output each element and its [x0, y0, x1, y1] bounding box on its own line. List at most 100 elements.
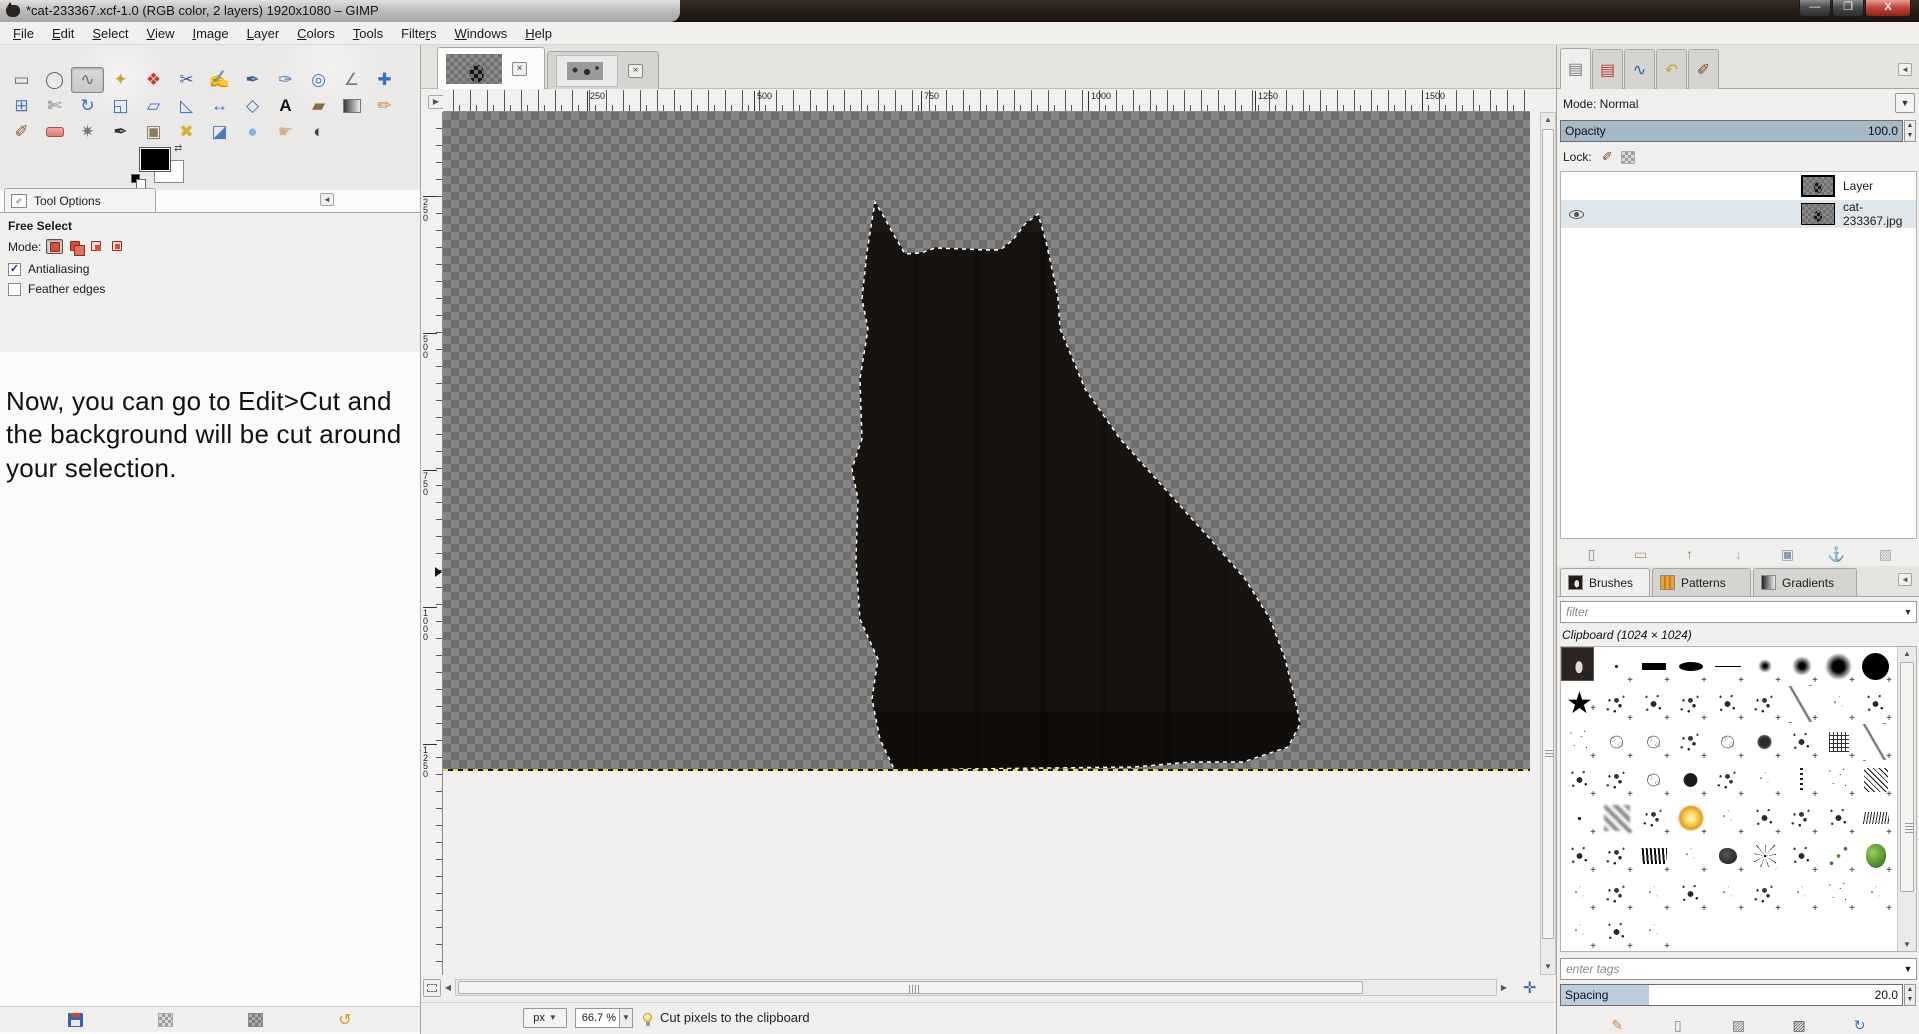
horizontal-scroll-thumb[interactable]: [458, 981, 1363, 994]
brush-vine-52[interactable]: +: [1820, 837, 1857, 875]
antialiasing-checkbox[interactable]: ✓: [8, 262, 21, 276]
scale-tool[interactable]: ◱: [104, 93, 137, 119]
tab-layers[interactable]: ▤: [1560, 48, 1591, 89]
eraser-tool[interactable]: [38, 119, 71, 145]
brush-burst-50[interactable]: +: [1746, 837, 1783, 875]
horizontal-scrollbar[interactable]: [455, 979, 1497, 996]
spacing-spinner[interactable]: ▲ ▼: [1904, 984, 1916, 1006]
menu-view[interactable]: View: [138, 22, 184, 45]
brush-faint-65[interactable]: +: [1635, 913, 1672, 951]
perspective-clone-tool[interactable]: ◪: [203, 119, 236, 145]
image-tab-screenshot[interactable]: ×: [547, 51, 659, 89]
brush-cell-19[interactable]: +: [1598, 723, 1635, 761]
new-layer-button[interactable]: ▯: [1581, 544, 1603, 564]
brush-tex2-57[interactable]: +: [1672, 875, 1709, 913]
brush-soft2-6[interactable]: +: [1783, 647, 1820, 685]
paths-tool[interactable]: ✒: [236, 67, 269, 93]
mode-replace-button[interactable]: [46, 239, 64, 254]
scroll-up-icon[interactable]: ▲: [1541, 113, 1555, 127]
bucket-fill-tool[interactable]: ▰: [302, 93, 335, 119]
tab-channels[interactable]: ▤: [1592, 49, 1623, 89]
brush-bar-2[interactable]: +: [1635, 647, 1672, 685]
brush-blank-69[interactable]: [1783, 913, 1820, 951]
tab-patterns[interactable]: Patterns: [1652, 568, 1751, 596]
delete-brush-button[interactable]: ▨: [1788, 1015, 1810, 1034]
brush-dot-36[interactable]: +: [1561, 799, 1598, 837]
title-bar[interactable]: *cat-233367.xcf-1.0 (RGB color, 2 layers…: [0, 0, 1919, 22]
horizontal-ruler[interactable]: 250 500 750 1000 1250 1500: [443, 90, 1530, 112]
brush-sliver-26[interactable]: +: [1857, 723, 1894, 761]
brush-faint-62[interactable]: +: [1857, 875, 1894, 913]
measure-tool[interactable]: ∠: [335, 67, 368, 93]
opacity-slider[interactable]: Opacity 100.0: [1560, 120, 1903, 142]
brush-tex2-41[interactable]: +: [1746, 799, 1783, 837]
brush-cell-29[interactable]: +: [1635, 761, 1672, 799]
brush-star-9[interactable]: ★ +: [1561, 685, 1598, 723]
brush-tex1-14[interactable]: +: [1746, 685, 1783, 723]
vertical-scrollbar[interactable]: ▲ ▼: [1540, 112, 1556, 975]
brush-tex1-59[interactable]: +: [1746, 875, 1783, 913]
move-tool[interactable]: ✚: [368, 67, 401, 93]
lower-layer-button[interactable]: ↓: [1728, 544, 1750, 564]
vertical-scroll-thumb[interactable]: [1542, 129, 1554, 939]
foreground-select-tool[interactable]: ✍: [203, 67, 236, 93]
ruler-menu-button[interactable]: ▶: [428, 95, 444, 109]
brush-vline-33[interactable]: +: [1783, 761, 1820, 799]
smudge-tool[interactable]: ☛: [269, 119, 302, 145]
fuzzy-select-tool[interactable]: ✦: [104, 67, 137, 93]
layer-row-2[interactable]: cat-233367.jpg: [1561, 200, 1916, 228]
canvas-viewport[interactable]: [443, 112, 1540, 975]
blend-tool[interactable]: [335, 93, 368, 119]
close-tab-icon[interactable]: ×: [512, 61, 527, 76]
delete-tool-preset-button[interactable]: [244, 1010, 266, 1030]
tab-brushes[interactable]: Brushes: [1560, 568, 1650, 596]
new-brush-button[interactable]: ▯: [1667, 1015, 1689, 1034]
brush-tex2-64[interactable]: +: [1598, 913, 1635, 951]
free-select-tool[interactable]: ∿: [71, 67, 104, 93]
brush-faint-58[interactable]: +: [1709, 875, 1746, 913]
brush-ink-47[interactable]: +: [1635, 837, 1672, 875]
tab-paint-dynamics[interactable]: ✐: [1688, 49, 1719, 89]
brush-tex2-11[interactable]: +: [1635, 685, 1672, 723]
spacing-slider[interactable]: Spacing 20.0: [1560, 984, 1903, 1006]
new-layer-group-button[interactable]: ▭: [1630, 544, 1652, 564]
dodge-burn-tool[interactable]: ◐: [302, 119, 335, 145]
menu-select[interactable]: Select: [83, 22, 137, 45]
scroll-down-icon[interactable]: ▼: [1541, 960, 1555, 974]
brush-faint-56[interactable]: +: [1635, 875, 1672, 913]
layer-mode-dropdown[interactable]: ▼: [1895, 93, 1915, 113]
image-tab-cat[interactable]: ×: [437, 47, 545, 89]
brush-faint-54[interactable]: +: [1561, 875, 1598, 913]
brush-faint-16[interactable]: +: [1820, 685, 1857, 723]
crop-tool[interactable]: ✄: [38, 93, 71, 119]
brush-tex1-55[interactable]: +: [1598, 875, 1635, 913]
brush-dots-61[interactable]: +: [1820, 875, 1857, 913]
brush-tex1-21[interactable]: +: [1672, 723, 1709, 761]
brush-tex1-46[interactable]: +: [1598, 837, 1635, 875]
refresh-brushes-button[interactable]: ↻: [1849, 1015, 1871, 1034]
menu-layer[interactable]: Layer: [238, 22, 289, 45]
scissors-select-tool[interactable]: ✂: [170, 67, 203, 93]
brush-tex1-38[interactable]: +: [1635, 799, 1672, 837]
brush-dots-18[interactable]: +: [1561, 723, 1598, 761]
brush-tex2-17[interactable]: +: [1857, 685, 1894, 723]
text-tool[interactable]: A: [269, 93, 302, 119]
brush-blank-68[interactable]: [1746, 913, 1783, 951]
tool-options-tab[interactable]: ✐ Tool Options: [4, 188, 156, 213]
color-picker-tool[interactable]: ✑: [269, 67, 302, 93]
vertical-ruler[interactable]: 250 500 750 1000 1250: [421, 112, 443, 975]
scroll-right-icon[interactable]: ▶: [1497, 980, 1511, 996]
close-button[interactable]: X: [1865, 0, 1911, 17]
menu-tools[interactable]: Tools: [344, 22, 392, 45]
brush-smear-37[interactable]: +: [1598, 799, 1635, 837]
brush-line-4[interactable]: +: [1709, 647, 1746, 685]
menu-colors[interactable]: Colors: [288, 22, 344, 45]
brush-scroll-down-icon[interactable]: ▼: [1898, 938, 1916, 951]
shear-tool[interactable]: ▱: [137, 93, 170, 119]
zoom-dropdown-icon[interactable]: ▼: [619, 1008, 632, 1027]
zoom-tool[interactable]: ◎: [302, 67, 335, 93]
ink-tool[interactable]: ✒: [104, 119, 137, 145]
raise-layer-button[interactable]: ↑: [1679, 544, 1701, 564]
brush-dots-34[interactable]: +: [1820, 761, 1857, 799]
anchor-layer-button[interactable]: ⚓: [1826, 544, 1848, 564]
